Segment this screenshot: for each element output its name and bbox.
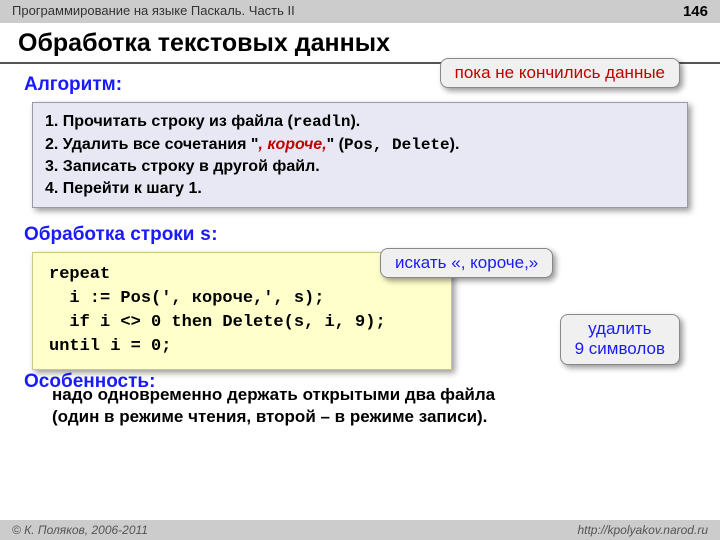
callout-text: искать «, короче,» — [395, 253, 538, 272]
algorithm-box: 1. Прочитать строку из файла (readln). 2… — [32, 102, 688, 208]
algo-line-2: 2. Удалить все сочетания ", короче," (Po… — [45, 134, 675, 157]
slide: Программирование на языке Паскаль. Часть… — [0, 0, 720, 540]
callout-search: искать «, короче,» — [380, 248, 553, 278]
page-number: 146 — [683, 3, 708, 20]
algo-line-3: 3. Записать строку в другой файл. — [45, 156, 675, 178]
footer: © К. Поляков, 2006-2011 http://kpolyakov… — [0, 520, 720, 540]
callout-l2: 9 символов — [575, 339, 665, 358]
algo-line-1: 1. Прочитать строку из файла (readln). — [45, 111, 675, 134]
course-title: Программирование на языке Паскаль. Часть… — [12, 3, 295, 20]
algo-line-4: 4. Перейти к шагу 1. — [45, 178, 675, 200]
string-heading: Обработка строки s: Обработка строки s: — [24, 224, 696, 246]
code-l1: repeat — [49, 265, 110, 284]
header-bar: Программирование на языке Паскаль. Часть… — [0, 0, 720, 23]
code-l4: until i = 0; — [49, 337, 171, 356]
feature-heading-hidden: Особенность: — [24, 371, 155, 393]
feature-l2: (один в режиме чтения, второй – в режиме… — [52, 407, 487, 426]
footer-url: http://kpolyakov.narod.ru — [577, 523, 708, 537]
callout-l1: удалить — [588, 319, 651, 338]
code-l3: if i <> 0 then Delete(s, i, 9); — [49, 313, 386, 332]
callout-delete-9: удалить 9 символов — [560, 314, 680, 365]
code-l2: i := Pos(', короче,', s); — [49, 289, 324, 308]
algorithm-heading: Алгоритм: — [24, 74, 696, 96]
copyright: © К. Поляков, 2006-2011 — [12, 523, 148, 537]
